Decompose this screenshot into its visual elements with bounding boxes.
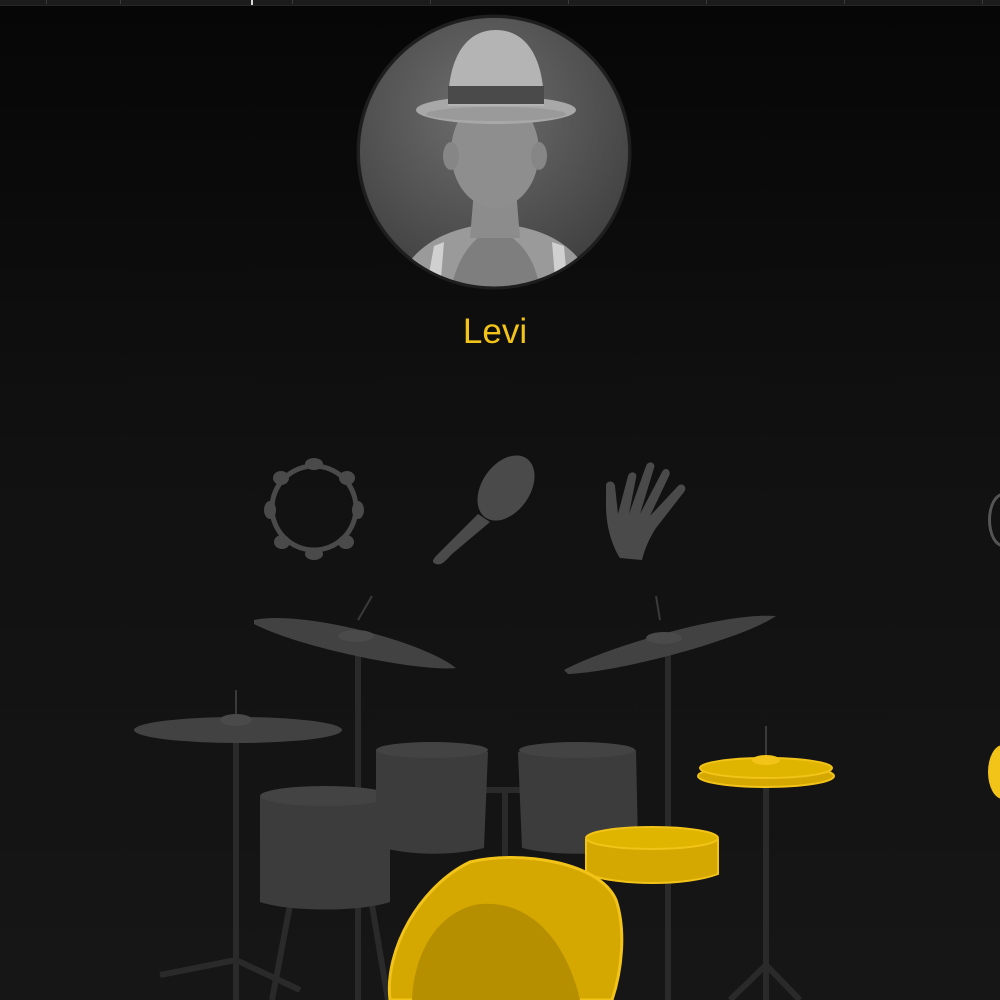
drummer-editor: Levi (0, 0, 1000, 1000)
ride-cymbal[interactable] (134, 714, 342, 743)
floor-tom[interactable] (260, 786, 390, 910)
drum-kit (134, 595, 835, 1000)
rack-tom-1[interactable] (376, 742, 488, 854)
hi-hat-cymbal[interactable] (697, 755, 835, 788)
kick-drum[interactable] (387, 856, 624, 1000)
snare-drum[interactable] (585, 826, 719, 884)
